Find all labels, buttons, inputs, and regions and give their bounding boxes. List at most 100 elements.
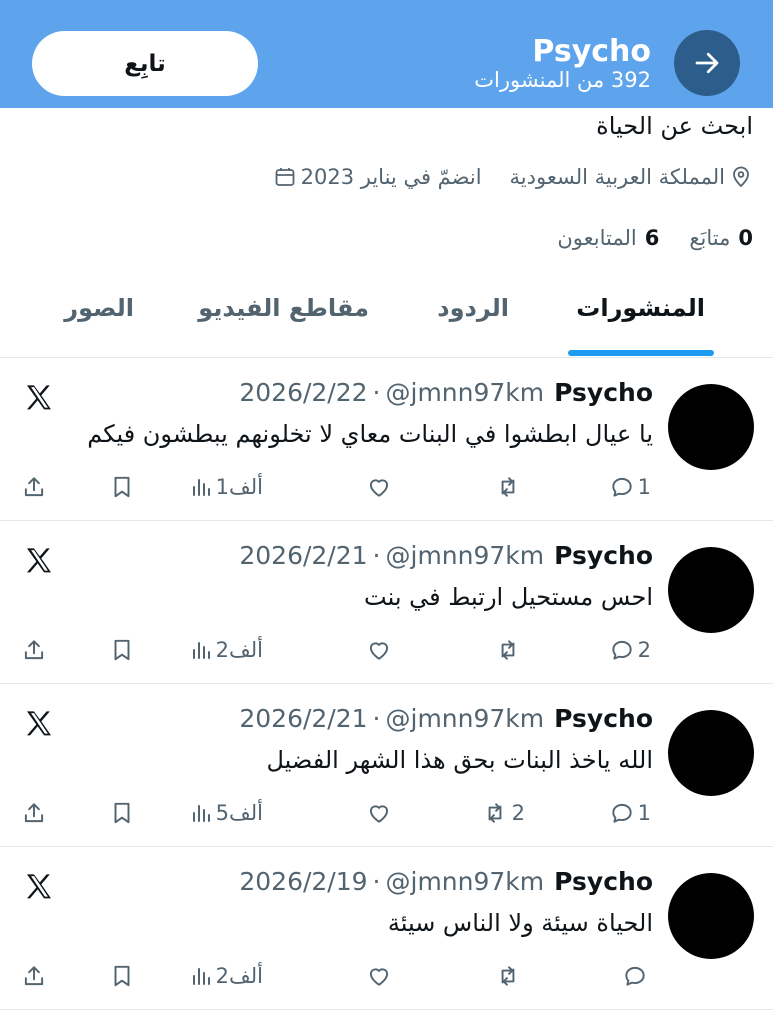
views-button[interactable]: 2ألف xyxy=(189,633,263,667)
views-count: 1ألف xyxy=(215,475,263,499)
tab-replies[interactable]: الردود xyxy=(437,294,509,322)
calendar-icon xyxy=(275,168,295,186)
avatar[interactable] xyxy=(668,710,754,796)
bookmark-button[interactable] xyxy=(109,470,135,504)
post-header: Psycho @jmnn97km · 2026/2/21 xyxy=(239,541,653,570)
post-actions: 1 2 5ألف xyxy=(0,796,773,830)
bookmark-button[interactable] xyxy=(109,959,135,993)
reply-button[interactable]: 1 xyxy=(609,796,651,830)
post-author-name[interactable]: Psycho xyxy=(554,867,653,896)
following-label: متابَع xyxy=(689,226,731,250)
bookmark-button[interactable] xyxy=(109,796,135,830)
post-text: احس مستحيل ارتبط في بنت xyxy=(364,583,653,611)
post-separator: · xyxy=(372,867,381,896)
post-actions: 1 1ألف xyxy=(0,470,773,504)
share-button[interactable] xyxy=(21,633,47,667)
x-logo-icon[interactable] xyxy=(22,382,56,414)
avatar[interactable] xyxy=(668,547,754,633)
post-header: Psycho @jmnn97km · 2026/2/19 xyxy=(239,867,653,896)
followers-link[interactable]: 6 المتابعون xyxy=(557,226,659,250)
reply-button[interactable]: 2 xyxy=(609,633,651,667)
x-logo-icon[interactable] xyxy=(22,545,56,577)
post-author-handle[interactable]: @jmnn97km xyxy=(386,704,545,733)
post-author-handle[interactable]: @jmnn97km xyxy=(386,867,545,896)
views-button[interactable]: 5ألف xyxy=(189,796,263,830)
avatar[interactable] xyxy=(668,873,754,959)
bookmark-icon xyxy=(114,802,130,824)
repost-button[interactable] xyxy=(494,959,525,993)
post-date[interactable]: 2026/2/19 xyxy=(239,867,367,896)
post-author-handle[interactable]: @jmnn97km xyxy=(386,541,545,570)
avatar[interactable] xyxy=(668,384,754,470)
post-author-name[interactable]: Psycho xyxy=(554,541,653,570)
post-date[interactable]: 2026/2/21 xyxy=(239,704,367,733)
post-count: 392 من المنشورات xyxy=(474,68,651,92)
location-pin-icon xyxy=(733,166,749,188)
profile-stats: 0 متابَع 6 المتابعون xyxy=(527,222,753,254)
repost-count: 2 xyxy=(511,801,525,825)
x-logo-icon[interactable] xyxy=(22,871,56,903)
views-count: 2ألف xyxy=(215,638,263,662)
views-icon xyxy=(192,642,210,659)
reply-icon xyxy=(611,803,632,823)
post-date[interactable]: 2026/2/21 xyxy=(239,541,367,570)
post-date[interactable]: 2026/2/22 xyxy=(239,378,367,407)
post[interactable]: Psycho @jmnn97km · 2026/2/21 احس مستحيل … xyxy=(0,521,773,684)
like-button[interactable] xyxy=(365,796,393,830)
repost-button[interactable]: 2 xyxy=(481,796,525,830)
repost-icon xyxy=(501,477,515,497)
reply-button[interactable]: 1 xyxy=(609,470,651,504)
back-button[interactable] xyxy=(674,30,740,96)
post-text: الله ياخذ البنات بحق هذا الشهر الفضيل xyxy=(266,746,653,774)
post-text: الحياة سيئة ولا الناس سيئة xyxy=(387,909,653,937)
tab-videos[interactable]: مقاطع الفيديو xyxy=(198,294,369,322)
post-separator: · xyxy=(372,378,381,407)
post-header: Psycho @jmnn97km · 2026/2/22 xyxy=(239,378,653,407)
views-count: 2ألف xyxy=(215,964,263,988)
post-author-name[interactable]: Psycho xyxy=(554,378,653,407)
heart-icon xyxy=(369,968,389,986)
tab-photos[interactable]: الصور xyxy=(64,294,134,322)
bookmark-icon xyxy=(114,639,130,661)
repost-icon xyxy=(501,966,515,986)
reply-count: 2 xyxy=(637,638,651,662)
reply-button[interactable] xyxy=(622,959,651,993)
heart-icon xyxy=(369,479,389,497)
repost-button[interactable] xyxy=(494,633,525,667)
repost-icon xyxy=(488,803,502,823)
views-button[interactable]: 1ألف xyxy=(189,470,263,504)
profile-bio: ابحث عن الحياة xyxy=(596,112,753,140)
post[interactable]: Psycho @jmnn97km · 2026/2/22 يا عيال ابط… xyxy=(0,358,773,521)
views-button[interactable]: 2ألف xyxy=(189,959,263,993)
post-author-name[interactable]: Psycho xyxy=(554,704,653,733)
profile-joined: انضمّ في يناير 2023 xyxy=(273,165,482,189)
share-button[interactable] xyxy=(21,959,47,993)
views-icon xyxy=(192,805,210,822)
like-button[interactable] xyxy=(365,633,393,667)
tab-posts[interactable]: المنشورات xyxy=(576,294,705,322)
profile-tabs: المنشورات الردود مقاطع الفيديو الصور xyxy=(0,270,773,358)
repost-button[interactable] xyxy=(494,470,525,504)
views-count: 5ألف xyxy=(215,801,263,825)
heart-icon xyxy=(369,805,389,823)
profile-location: المملكة العربية السعودية xyxy=(510,164,753,190)
post[interactable]: Psycho @jmnn97km · 2026/2/19 الحياة سيئة… xyxy=(0,847,773,1010)
post-author-handle[interactable]: @jmnn97km xyxy=(386,378,545,407)
bookmark-button[interactable] xyxy=(109,633,135,667)
share-button[interactable] xyxy=(21,796,47,830)
reply-count: 1 xyxy=(637,801,651,825)
share-button[interactable] xyxy=(21,470,47,504)
reply-icon xyxy=(625,966,645,986)
reply-icon xyxy=(611,477,632,497)
x-logo-icon[interactable] xyxy=(22,708,56,740)
views-icon xyxy=(192,968,210,985)
following-link[interactable]: 0 متابَع xyxy=(689,226,753,250)
like-button[interactable] xyxy=(365,470,393,504)
follow-button[interactable]: تابِع xyxy=(32,31,258,96)
profile-meta: المملكة العربية السعودية انضمّ في يناير … xyxy=(245,158,753,196)
post[interactable]: Psycho @jmnn97km · 2026/2/21 الله ياخذ ا… xyxy=(0,684,773,847)
repost-icon xyxy=(501,640,515,660)
like-button[interactable] xyxy=(365,959,393,993)
views-icon xyxy=(192,479,210,496)
reply-count: 1 xyxy=(637,475,651,499)
